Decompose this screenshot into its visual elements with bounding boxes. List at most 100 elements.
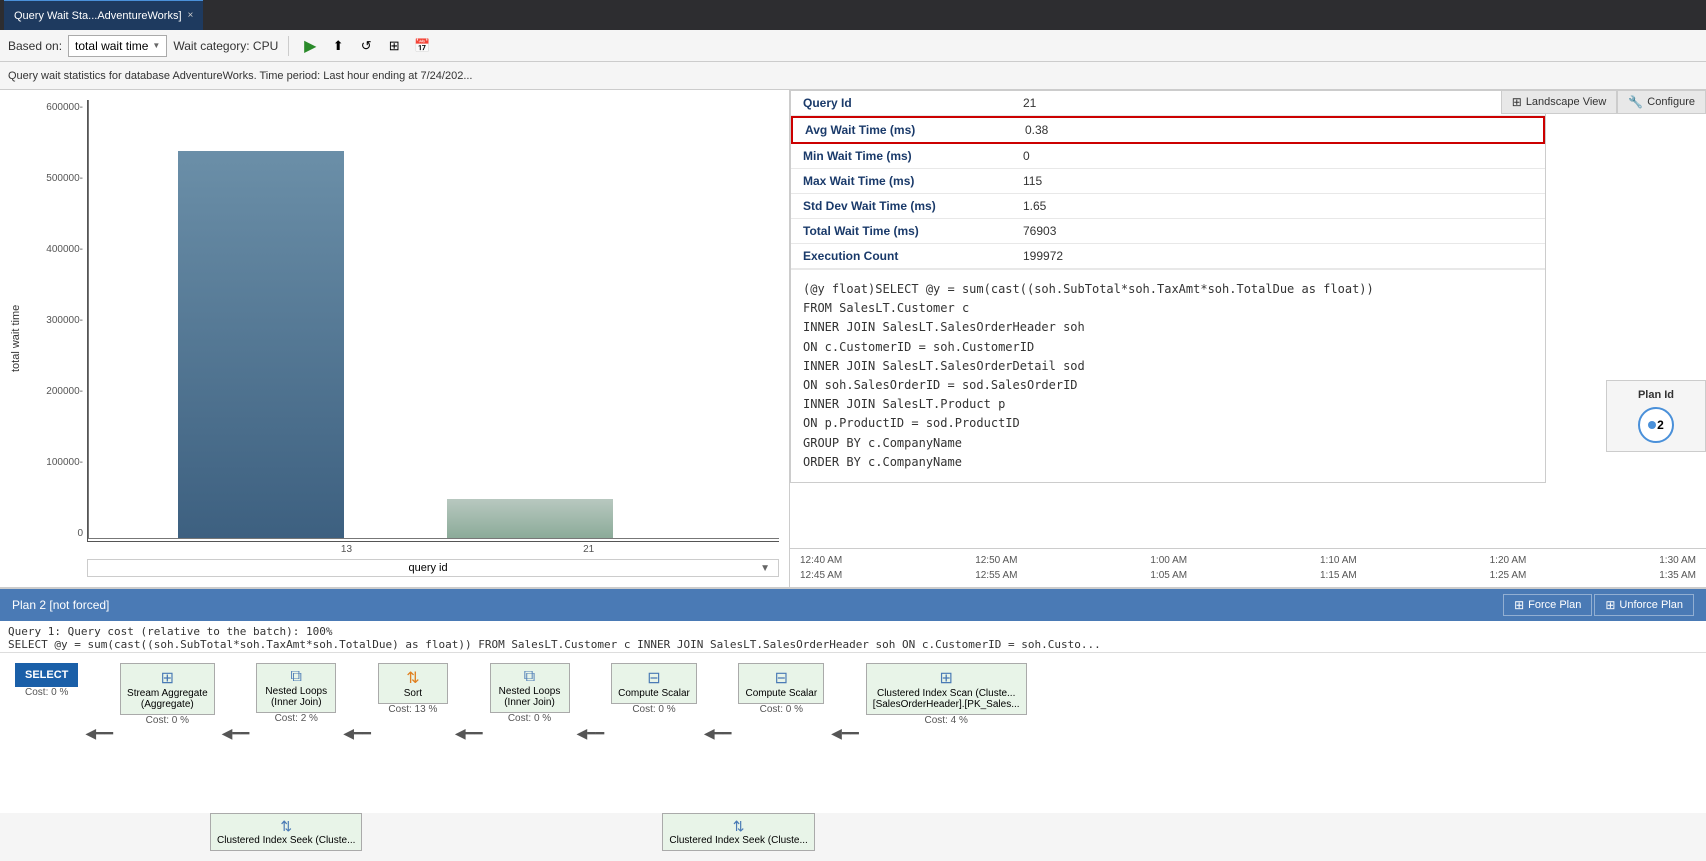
- clustered-index-seek-1-icon: ⇅: [217, 818, 355, 835]
- tab-close-button[interactable]: ×: [188, 10, 194, 21]
- plan-bar: Plan 2 [not forced] ⊞ Force Plan ⊞ Unfor…: [0, 589, 1706, 621]
- arrow-4: ◀━━: [455, 725, 483, 742]
- bottom-section: Plan 2 [not forced] ⊞ Force Plan ⊞ Unfor…: [0, 587, 1706, 861]
- select-node[interactable]: SELECT Cost: 0 %: [15, 663, 78, 698]
- configure-button[interactable]: 🔧 Configure: [1617, 90, 1706, 114]
- based-on-label: Based on:: [8, 39, 62, 53]
- stream-aggregate-icon: ⊞: [127, 668, 208, 688]
- plan-id-label: Plan Id: [1615, 389, 1697, 401]
- nested-loops-1-icon: ⧉: [263, 668, 329, 686]
- compute-scalar-2-icon: ⊟: [745, 668, 817, 688]
- clustered-index-seek-2-node[interactable]: ⇅ Clustered Index Seek (Cluste...: [662, 813, 814, 851]
- arrow-1: ◀━━: [85, 725, 113, 742]
- plan-id-panel: Plan Id 2: [1606, 380, 1706, 452]
- left-panel: total wait time 600000- 500000- 400000- …: [0, 90, 790, 587]
- bar-21[interactable]: [447, 499, 613, 539]
- plan-id-badge: 2: [1638, 407, 1674, 443]
- unforce-plan-button[interactable]: ⊞ Unforce Plan: [1594, 594, 1694, 616]
- toolbar-separator: [288, 36, 289, 56]
- plan-id-dot: [1648, 421, 1656, 429]
- calendar-button[interactable]: 📅: [411, 35, 433, 57]
- chart-container: total wait time 600000- 500000- 400000- …: [0, 90, 789, 587]
- query-id-value: 21: [1023, 96, 1036, 110]
- x-axis-labels: 13 21: [87, 542, 779, 555]
- tooltip-max-wait-row: Max Wait Time (ms) 115: [791, 169, 1545, 194]
- clustered-index-seek-1-node[interactable]: ⇅ Clustered Index Seek (Cluste...: [210, 813, 362, 851]
- tooltip-std-dev-row: Std Dev Wait Time (ms) 1.65: [791, 194, 1545, 219]
- tooltip-avg-wait-row: Avg Wait Time (ms) 0.38: [791, 116, 1545, 144]
- plan-bar-actions: ⊞ Force Plan ⊞ Unforce Plan: [1503, 594, 1694, 616]
- tab-bar: Query Wait Sta...AdventureWorks] ×: [0, 0, 1706, 30]
- query-text-bar: Query 1: Query cost (relative to the bat…: [0, 621, 1706, 653]
- std-dev-value: 1.65: [1023, 199, 1046, 213]
- max-wait-label: Max Wait Time (ms): [803, 174, 1023, 188]
- tooltip-panel: Query Id 21 Avg Wait Time (ms) 0.38 Min …: [790, 90, 1546, 483]
- chart-inner: 600000- 500000- 400000- 300000- 200000- …: [87, 100, 779, 542]
- dropdown-arrow-icon: ▼: [152, 41, 160, 50]
- force-plan-icon: ⊞: [1514, 598, 1524, 612]
- arrow-7: ◀━━: [831, 725, 859, 742]
- y-axis-label: total wait time: [10, 100, 22, 577]
- configure-icon: 🔧: [1628, 95, 1643, 109]
- query-cost-text: Query 1: Query cost (relative to the bat…: [8, 625, 1698, 638]
- top-right-buttons: ⊞ Landscape View 🔧 Configure: [1501, 90, 1706, 114]
- arrow-6: ◀━━: [704, 725, 732, 742]
- min-wait-label: Min Wait Time (ms): [803, 149, 1023, 163]
- y-tick-500000: 500000-: [28, 173, 83, 184]
- query-sql-text: SELECT @y = sum(cast((soh.SubTotal*soh.T…: [8, 638, 1698, 651]
- plan-id-value: 2: [1657, 418, 1664, 432]
- compute-scalar-1-node[interactable]: ⊟ Compute Scalar Cost: 0 %: [611, 663, 697, 715]
- info-bar: Query wait statistics for database Adven…: [0, 62, 1706, 90]
- arrow-2: ◀━━: [222, 725, 250, 742]
- arrow-5: ◀━━: [577, 725, 605, 742]
- content-area: total wait time 600000- 500000- 400000- …: [0, 90, 1706, 587]
- min-wait-value: 0: [1023, 149, 1030, 163]
- force-plan-button[interactable]: ⊞ Force Plan: [1503, 594, 1592, 616]
- based-on-value: total wait time: [75, 39, 148, 53]
- wait-category-label: Wait category: CPU: [173, 39, 278, 53]
- exec-count-label: Execution Count: [803, 249, 1023, 263]
- table-view-button[interactable]: ⊞: [383, 35, 405, 57]
- clustered-index-scan-icon: ⊞: [873, 668, 1020, 688]
- x-axis-dropdown-icon[interactable]: ▼: [760, 563, 770, 574]
- nested-loops-1-node[interactable]: ⧉ Nested Loops(Inner Join) Cost: 2 %: [256, 663, 336, 724]
- x-axis-label: query id: [96, 562, 760, 574]
- time-axis-row1: 12:40 AM 12:50 AM 1:00 AM 1:10 AM 1:20 A…: [790, 553, 1706, 568]
- sort-icon: ⇅: [385, 668, 441, 688]
- compute-scalar-1-icon: ⊟: [618, 668, 690, 688]
- stream-aggregate-node[interactable]: ⊞ Stream Aggregate(Aggregate) Cost: 0 %: [120, 663, 215, 726]
- tab-title: Query Wait Sta...AdventureWorks]: [14, 10, 182, 22]
- tooltip-query-id-row: Query Id 21: [791, 91, 1545, 116]
- time-axis-row2: 12:45 AM 12:55 AM 1:05 AM 1:15 AM 1:25 A…: [790, 568, 1706, 583]
- landscape-icon: ⊞: [1512, 95, 1522, 109]
- tooltip-min-wait-row: Min Wait Time (ms) 0: [791, 144, 1545, 169]
- nested-loops-2-node[interactable]: ⧉ Nested Loops(Inner Join) Cost: 0 %: [490, 663, 570, 724]
- tooltip-query-text: (@y float)SELECT @y = sum(cast((soh.SubT…: [791, 269, 1545, 482]
- clustered-index-seek-2-icon: ⇅: [669, 818, 807, 835]
- clustered-index-scan-node[interactable]: ⊞ Clustered Index Scan (Cluste...[SalesO…: [866, 663, 1027, 726]
- time-axis-area: 12:40 AM 12:50 AM 1:00 AM 1:10 AM 1:20 A…: [790, 548, 1706, 587]
- toolbar: Based on: total wait time ▼ Wait categor…: [0, 30, 1706, 62]
- export-button[interactable]: ⬆: [327, 35, 349, 57]
- y-tick-200000: 200000-: [28, 386, 83, 397]
- x-axis-title-bar: query id ▼: [87, 559, 779, 577]
- plan-bar-label: Plan 2 [not forced]: [12, 598, 109, 612]
- total-wait-label: Total Wait Time (ms): [803, 224, 1023, 238]
- execution-plan: SELECT Cost: 0 % ◀━━ ⊞ Stream Aggregate(…: [0, 653, 1706, 813]
- main-container: Query Wait Sta...AdventureWorks] × Based…: [0, 0, 1706, 861]
- sort-node[interactable]: ⇅ Sort Cost: 13 %: [378, 663, 448, 715]
- y-tick-400000: 400000-: [28, 244, 83, 255]
- avg-wait-value: 0.38: [1025, 123, 1048, 137]
- query-wait-tab[interactable]: Query Wait Sta...AdventureWorks] ×: [4, 0, 203, 30]
- info-text: Query wait statistics for database Adven…: [8, 70, 473, 82]
- arrow-3: ◀━━: [343, 725, 371, 742]
- based-on-dropdown[interactable]: total wait time ▼: [68, 35, 167, 57]
- compute-scalar-2-node[interactable]: ⊟ Compute Scalar Cost: 0 %: [738, 663, 824, 715]
- landscape-view-button[interactable]: ⊞ Landscape View: [1501, 90, 1618, 114]
- bottom-plan-nodes: ⇅ Clustered Index Seek (Cluste... ⇅ Clus…: [0, 813, 1706, 861]
- refresh-button[interactable]: ▶: [299, 35, 321, 57]
- bar-13[interactable]: [178, 151, 344, 539]
- std-dev-label: Std Dev Wait Time (ms): [803, 199, 1023, 213]
- unforce-plan-icon: ⊞: [1605, 598, 1615, 612]
- settings-button[interactable]: ↺: [355, 35, 377, 57]
